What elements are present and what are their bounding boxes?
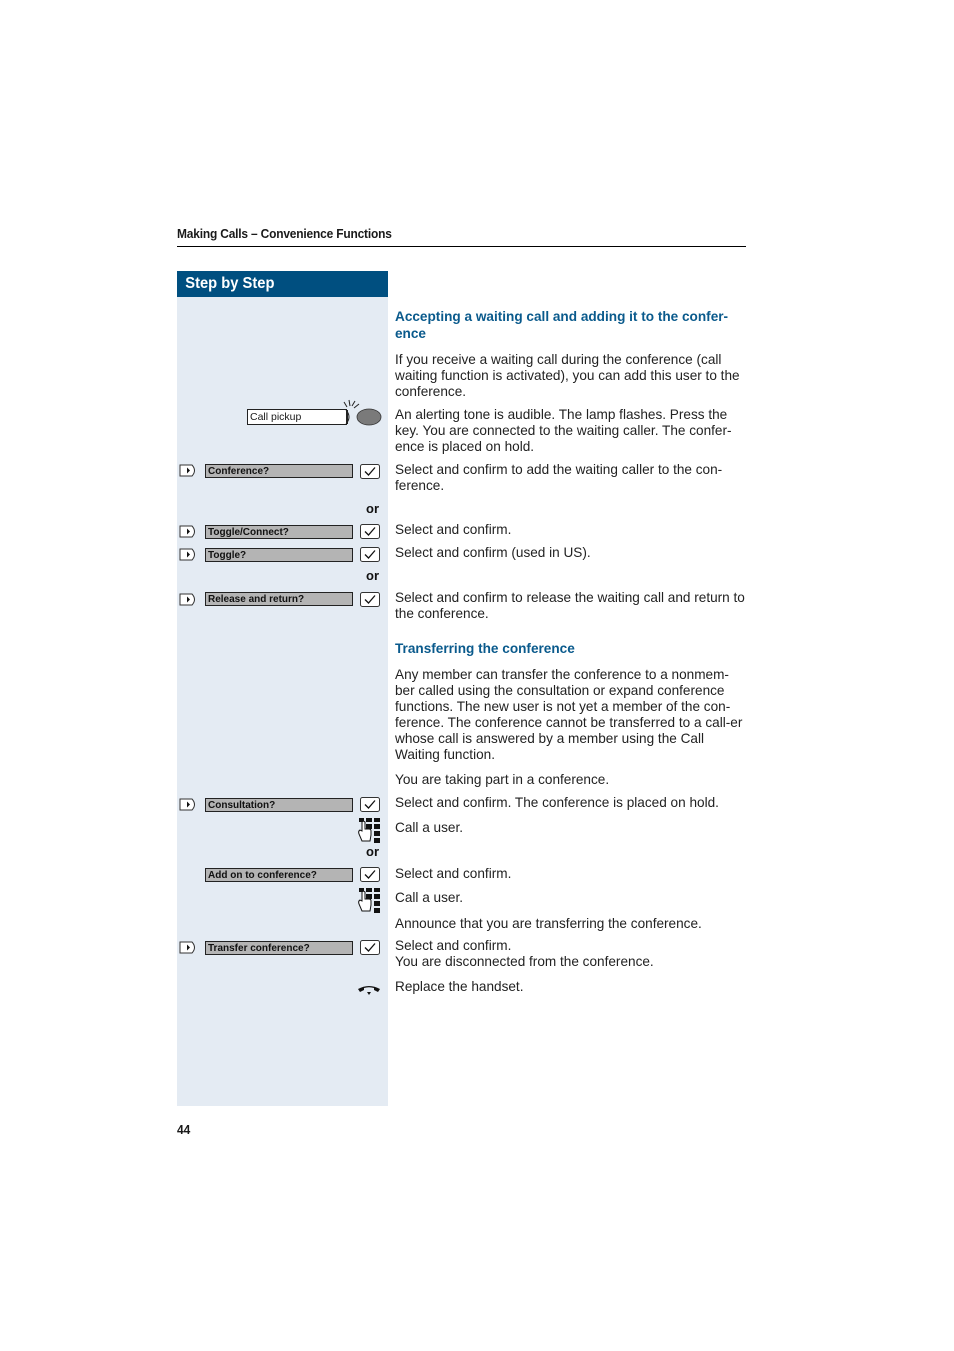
step-text: Select and confirm. You are disconnected…: [395, 938, 747, 970]
menu-item-toggle[interactable]: Toggle?: [205, 548, 353, 562]
confirm-check-icon[interactable]: [360, 464, 380, 479]
or-separator: or: [366, 568, 379, 583]
intro-text: Any member can transfer the conference t…: [395, 667, 743, 762]
step-text: Replace the handset.: [395, 979, 524, 994]
confirm-check-icon[interactable]: [360, 867, 380, 882]
step-text-line: Select and confirm.: [395, 938, 512, 953]
step-text: Select and confirm to add the waiting ca…: [395, 462, 723, 493]
step-text: Select and confirm.: [395, 522, 512, 537]
step-text: Call a user.: [395, 820, 464, 835]
menu-item-conference[interactable]: Conference?: [205, 464, 353, 478]
step-text: Select and confirm. The conference is pl…: [395, 795, 719, 810]
step-text: Select and confirm to release the waitin…: [395, 590, 745, 621]
menu-arrow-key-icon[interactable]: [179, 525, 198, 538]
heading-line: Accepting a waiting call and adding it t…: [395, 309, 729, 324]
step-text: Call a user.: [395, 890, 464, 905]
step-text: Select and confirm.: [395, 866, 512, 881]
menu-arrow-key-icon[interactable]: [179, 941, 198, 954]
page-number: 44: [177, 1122, 191, 1137]
menu-item-transfer-conference[interactable]: Transfer conference?: [205, 941, 353, 955]
or-separator: or: [366, 501, 379, 516]
menu-arrow-key-icon[interactable]: [179, 548, 198, 561]
header-rule: [177, 246, 746, 247]
step-by-step-label: Step by Step: [185, 275, 275, 292]
confirm-check-icon[interactable]: [360, 797, 380, 812]
heading-line: ence: [395, 326, 426, 341]
step-by-step-header: Step by Step: [177, 271, 388, 297]
alert-text: An alerting tone is audible. The lamp fl…: [395, 407, 732, 454]
menu-item-toggle-connect[interactable]: Toggle/Connect?: [205, 525, 353, 539]
replace-handset-icon: [358, 986, 380, 995]
running-header: Making Calls – Convenience Functions: [177, 226, 392, 241]
call-pickup-key[interactable]: Call pickup: [247, 409, 347, 425]
section-heading-waiting-call: Accepting a waiting call and adding it t…: [395, 308, 750, 342]
taking-part-text: You are taking part in a conference.: [395, 772, 610, 787]
confirm-check-icon[interactable]: [360, 547, 380, 562]
or-separator: or: [366, 844, 379, 859]
flashing-lamp-icon: [343, 399, 382, 426]
menu-arrow-key-icon[interactable]: [179, 798, 198, 811]
confirm-check-icon[interactable]: [360, 940, 380, 955]
keypad-dial-icon: [358, 818, 380, 843]
keypad-dial-icon: [358, 888, 380, 913]
step-text: Announce that you are transferring the c…: [395, 916, 702, 931]
menu-arrow-key-icon[interactable]: [179, 464, 198, 477]
menu-item-add-on-to-conference[interactable]: Add on to conference?: [205, 868, 353, 882]
confirm-check-icon[interactable]: [360, 524, 380, 539]
menu-item-release-and-return[interactable]: Release and return?: [205, 592, 353, 606]
section-heading-transferring: Transferring the conference: [395, 641, 575, 656]
menu-arrow-key-icon[interactable]: [179, 593, 198, 606]
menu-item-consultation[interactable]: Consultation?: [205, 798, 353, 812]
step-text-line: You are disconnected from the conference…: [395, 954, 654, 969]
confirm-check-icon[interactable]: [360, 592, 380, 607]
step-text: Select and confirm (used in US).: [395, 545, 591, 560]
intro-text: If you receive a waiting call during the…: [395, 352, 740, 399]
